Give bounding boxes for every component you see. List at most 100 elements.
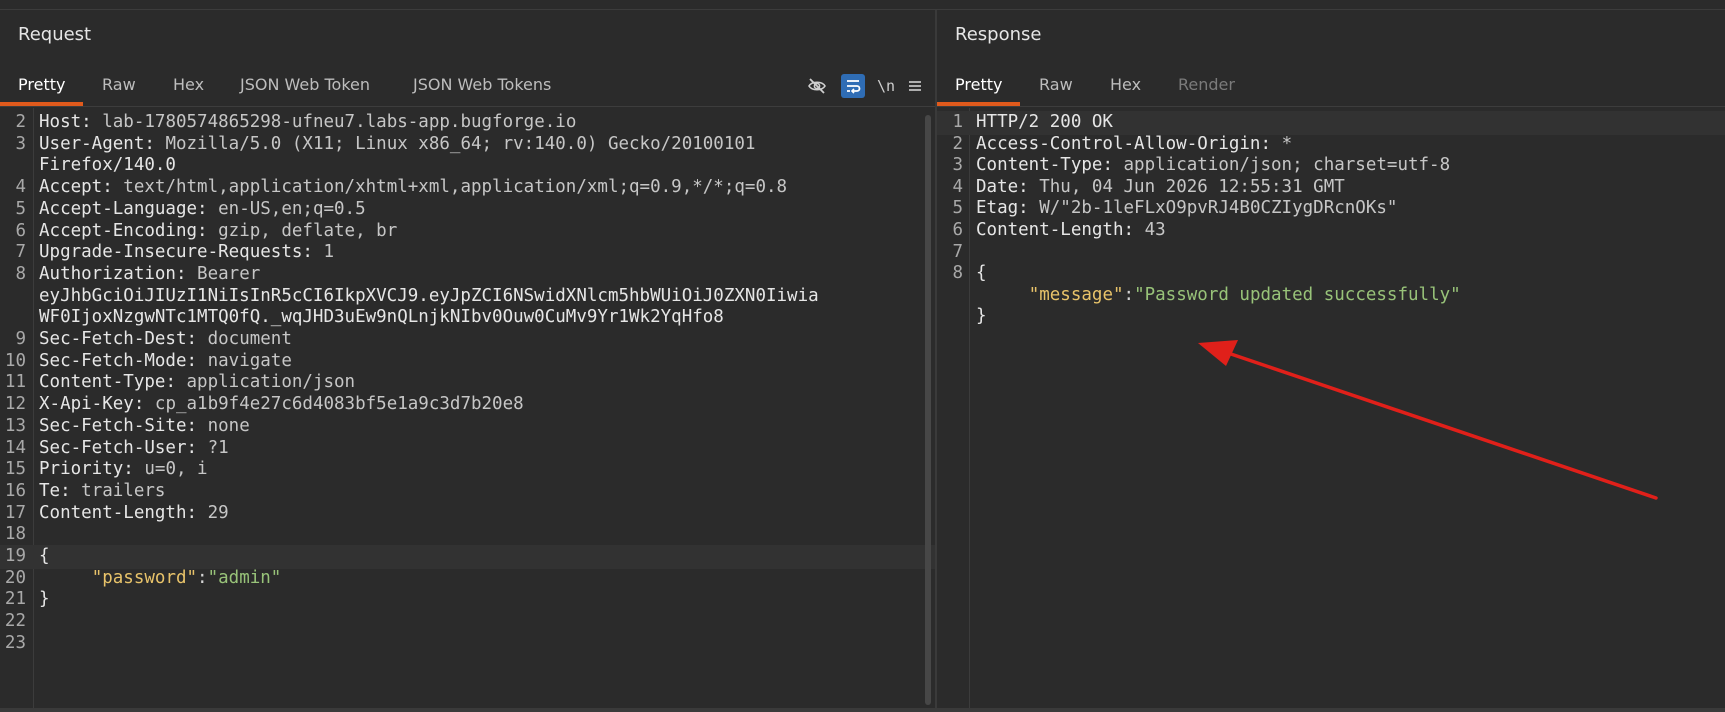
code-line: 21} [0,588,935,612]
header-value: text/html,application/xhtml+xml,applicat… [123,177,788,198]
code-line: 12 X-Api-Key: cp_a1b9f4e27c6d4083bf5e1a9c… [0,393,935,417]
line-content: Content-Length: 43 [976,220,1166,240]
header-value: Mozilla/5.0 (X11; Linux x86_64; rv:140.0… [165,133,756,154]
line-content: { [976,262,987,286]
header-name: Accept [39,177,103,198]
header-value: Bearer [197,263,261,284]
tab-pretty[interactable]: Pretty [937,66,1021,106]
header-value: document [207,329,292,349]
tab-raw[interactable]: Raw [84,66,154,104]
line-number: 3 [15,133,26,154]
line-content: Date: Thu, 04 Jun 2026 12:55:31 GMT [976,176,1345,197]
json-key: "message" [1028,284,1124,305]
header-value: none [207,415,250,436]
code-line: 16 Te: trailers [0,480,935,504]
code-line: 6 Content-Length: 43 [937,219,1725,243]
response-tabs: Pretty Raw Hex Render [937,66,1725,107]
tab-render[interactable]: Render [1160,66,1253,104]
request-editor[interactable]: 2 Host: lab-1780574865298-ufneu7.labs-app… [0,108,935,712]
code-line: 8 Authorization: Bearer [0,263,935,287]
tab-hex[interactable]: Hex [1092,66,1159,104]
code-text: } [976,306,987,327]
header-value: application/json [186,372,356,393]
line-content: Authorization: Bearer [39,263,261,284]
request-panel: Request Pretty Raw Hex JSON Web Token JS… [0,10,935,712]
line-content: } [39,588,50,612]
header-name: Sec-Fetch-Mode [39,350,187,371]
header-name: Te [39,480,61,501]
code-text: } [39,589,50,610]
header-value: lab-1780574865298-ufneu7.labs-app.bugfor… [102,112,577,132]
header-name: Upgrade-Insecure-Requests [39,242,303,263]
code-line: WF0IjoxNzgwNTc1MTQ0fQ._wqJHD3uEw9nQLnjkN… [0,306,935,330]
line-number: 3 [952,155,963,176]
line-number: 9 [15,329,26,349]
code-line: 7 [937,241,1725,265]
tab-json-web-token[interactable]: JSON Web Token [222,66,388,104]
request-title: Request [18,24,92,45]
header-value: en-US,en;q=0.5 [218,198,366,219]
header-name: Accept-Language [39,198,198,219]
line-content: Sec-Fetch-Site: none [39,415,250,436]
code-line: eyJhbGciOiJIUzI1NiIsInR5cCI6IkpXVCJ9.eyJ… [0,285,935,309]
response-title: Response [955,24,1042,45]
code-text: WF0IjoxNzgwNTc1MTQ0fQ._wqJHD3uEw9nQLnjkN… [39,307,724,328]
wrap-lines-icon[interactable] [841,74,865,98]
line-content: X-Api-Key: cp_a1b9f4e27c6d4083bf5e1a9c3d… [39,394,524,415]
code-line: 2 Host: lab-1780574865298-ufneu7.labs-app… [0,111,935,135]
line-number: 11 [4,372,26,393]
header-name: Content-Type [976,155,1103,176]
code-line: 1 HTTP/2 200 OK [937,111,1725,135]
code-line: 17 Content-Length: 29 [0,502,935,526]
code-text: { [976,263,987,284]
code-line: 6 Accept-Encoding: gzip, deflate, br [0,220,935,244]
line-number: 6 [15,220,26,241]
code-line: 11 Content-Type: application/json [0,371,935,395]
line-content: eyJhbGciOiJIUzI1NiIsInR5cCI6IkpXVCJ9.eyJ… [39,285,819,309]
json-key: "password" [91,567,198,588]
line-number: 16 [4,480,26,501]
header-name: Access-Control-Allow-Origin [976,133,1261,154]
header-value: u=0, i [144,459,208,480]
code-line: 23 [0,632,935,656]
header-name: User-Agent [39,133,145,154]
line-content: } [976,305,987,329]
line-number: 4 [15,177,26,198]
line-number: 18 [4,524,26,545]
header-value: 1 [323,242,335,263]
request-scrollbar[interactable] [925,115,931,705]
header-name: Content-Type [39,372,166,393]
tab-pretty[interactable]: Pretty [0,66,84,106]
line-number: 7 [952,241,963,262]
line-number: 19 [4,546,26,566]
line-number: 6 [952,220,963,240]
header-value: navigate [207,350,292,371]
line-number: 13 [4,415,26,436]
code-line: 3 Content-Type: application/json; charset… [937,154,1725,178]
json-value: "admin" [207,567,282,588]
line-number: 8 [15,263,26,284]
line-content: Sec-Fetch-User: ?1 [39,437,229,458]
http-editor-window: Request Pretty Raw Hex JSON Web Token JS… [0,0,1725,712]
line-content: "message":"Password updated successfully… [1028,284,1461,305]
line-number: 21 [4,589,26,610]
line-number: 20 [4,567,26,588]
line-number: 10 [4,350,26,371]
response-editor[interactable]: 1 HTTP/2 200 OK 2 Access-Control-Allow-Orig… [937,108,1725,712]
newline-icon[interactable]: \n [874,74,898,98]
line-number: 5 [952,198,963,219]
tab-raw[interactable]: Raw [1021,66,1091,104]
code-line: 4 Date: Thu, 04 Jun 2026 12:55:31 GMT [937,176,1725,200]
line-content: Sec-Fetch-Dest: document [39,329,292,349]
tab-hex[interactable]: Hex [155,66,222,104]
code-line: 3 User-Agent: Mozilla/5.0 (X11; Linux x86… [0,133,935,157]
menu-icon[interactable] [903,74,927,98]
code-line: } [937,305,1725,329]
line-number: 1 [952,112,963,132]
eye-slash-icon[interactable] [805,74,829,98]
code-text: { [39,546,50,566]
tab-json-web-tokens[interactable]: JSON Web Tokens [395,66,569,104]
line-content: Etag: W/"2b-1leFLxO9pvRJ4B0CZIygDRcnOKs" [976,198,1398,219]
header-value: * [1281,133,1293,154]
line-number: 5 [15,198,26,219]
